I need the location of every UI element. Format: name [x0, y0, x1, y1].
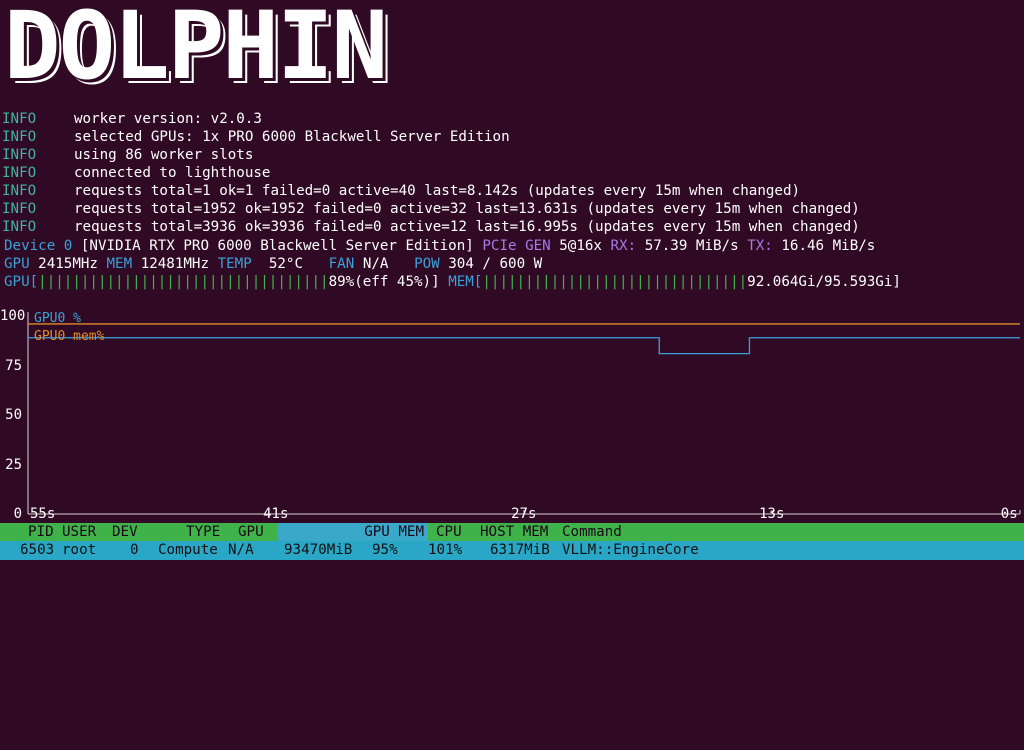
log-message: connected to lighthouse	[74, 165, 271, 181]
tx-value: 16.46 MiB/s	[781, 238, 876, 254]
mem-usage-text: 92.064Gi/95.593Gi	[747, 274, 893, 290]
tx-label: TX:	[747, 238, 773, 254]
col-gpu[interactable]: GPU	[238, 523, 264, 541]
log-level: INFO	[2, 111, 37, 127]
device-label: Device 0	[4, 238, 73, 254]
log-line: INFO selected GPUs: 1x PRO 6000 Blackwell…	[2, 128, 510, 146]
gpu-clock-value: 2415MHz	[38, 256, 98, 272]
col-type[interactable]: TYPE	[186, 523, 220, 541]
y-tick-label: 75	[5, 357, 22, 374]
log-level: INFO	[2, 147, 37, 163]
series-gpu-percent	[28, 337, 1020, 355]
mem-usage-bar: |||||||||||||||||||||||||||||||	[482, 274, 748, 290]
pcie-value: 5@16x	[559, 238, 602, 254]
mem-bar-label: MEM[	[448, 274, 483, 290]
fan-label: FAN	[328, 256, 355, 272]
mem-clock-value: 12481MHz	[140, 256, 210, 272]
log-message: requests total=3936 ok=3936 failed=0 act…	[74, 219, 860, 235]
y-tick-label: 0	[13, 506, 22, 522]
proc-dev: 0	[130, 542, 139, 558]
pcie-label: PCIe GEN	[482, 238, 551, 254]
device-name: [NVIDIA RTX PRO 6000 Blackwell Server Ed…	[80, 238, 474, 254]
usage-bars-row: GPU[||||||||||||||||||||||||||||||||||89…	[4, 273, 901, 291]
proc-cpu: 101%	[428, 542, 463, 558]
log-line: INFO requests total=1952 ok=1952 failed=0…	[2, 200, 860, 218]
dolphin-banner: DOLPHIN	[4, 0, 388, 101]
proc-pid: 6503	[20, 542, 55, 558]
col-command[interactable]: Command	[562, 523, 622, 541]
col-gpu-mem[interactable]: GPU MEM	[278, 523, 428, 541]
log-line: INFO using 86 worker slots	[2, 146, 253, 164]
temp-value: 52°C	[268, 256, 304, 272]
gpu-clock-label: GPU	[4, 256, 30, 272]
proc-user: root	[62, 542, 97, 558]
table-row[interactable]: 6503 root 0 Compute N/A 93470MiB 95% 101…	[0, 541, 1024, 560]
mem-bar-close: ]	[892, 274, 901, 290]
y-tick-label: 25	[5, 456, 22, 473]
proc-command: VLLM::EngineCore	[562, 542, 699, 558]
log-level: INFO	[2, 201, 37, 217]
col-cpu[interactable]: CPU	[436, 523, 462, 541]
col-host-mem[interactable]: HOST MEM	[480, 523, 548, 541]
proc-gpu-mem: 93470MiB	[284, 542, 353, 558]
log-message: requests total=1 ok=1 failed=0 active=40…	[74, 183, 801, 199]
proc-gpu-mem-pct: 95%	[372, 542, 398, 558]
log-level: INFO	[2, 129, 37, 145]
legend-gpu-percent: GPU0 %	[34, 311, 81, 326]
gpu-bar-label: GPU[	[4, 274, 39, 290]
mem-clock-label: MEM	[106, 256, 133, 272]
x-tick-label: 27s	[511, 506, 537, 522]
col-user[interactable]: USER	[62, 523, 96, 541]
col-dev[interactable]: DEV	[112, 523, 138, 541]
temp-label: TEMP	[217, 256, 252, 272]
legend-gpu-mem-percent: GPU0 mem%	[34, 329, 105, 344]
log-level: INFO	[2, 165, 37, 181]
log-level: INFO	[2, 183, 37, 199]
gpu-usage-bar: ||||||||||||||||||||||||||||||||||	[38, 274, 329, 290]
log-line: INFO requests total=1 ok=1 failed=0 activ…	[2, 182, 800, 200]
log-level: INFO	[2, 219, 37, 235]
x-tick-label: 13s	[759, 506, 785, 522]
log-line: INFO connected to lighthouse	[2, 164, 270, 182]
rx-label: RX:	[610, 238, 637, 254]
gpu-usage-chart: GPU0 % GPU0 mem%	[27, 311, 1021, 515]
log-message: using 86 worker slots	[74, 147, 254, 163]
proc-gpu: N/A	[228, 542, 254, 558]
col-pid[interactable]: PID	[28, 523, 54, 541]
x-tick-label: 55s	[30, 506, 56, 522]
log-message: selected GPUs: 1x PRO 6000 Blackwell Ser…	[74, 129, 510, 145]
proc-host-mem: 6317MiB	[490, 542, 550, 558]
gpu-usage-text: 89%(eff 45%)	[328, 274, 432, 290]
log-line: INFO requests total=3936 ok=3936 failed=0…	[2, 218, 860, 236]
x-tick-label: 41s	[263, 506, 289, 522]
device-info-row: Device 0 [NVIDIA RTX PRO 6000 Blackwell …	[4, 237, 875, 255]
log-message: requests total=1952 ok=1952 failed=0 act…	[74, 201, 860, 217]
log-message: worker version: v2.0.3	[74, 111, 262, 127]
x-tick-label: 0s	[1000, 506, 1018, 522]
process-table-header: PID USER DEV TYPE GPU GPU MEM CPU HOST M…	[0, 523, 1024, 541]
device-stats-row: GPU 2415MHz MEM 12481MHz TEMP 52°C FAN N…	[4, 255, 542, 273]
log-line: INFO worker version: v2.0.3	[2, 110, 262, 128]
rx-value: 57.39 MiB/s	[644, 238, 739, 254]
pow-value: 304 / 600 W	[448, 256, 543, 272]
gpu-bar-close: ]	[431, 274, 440, 290]
proc-type: Compute	[158, 542, 218, 558]
y-tick-label: 50	[5, 407, 22, 423]
pow-label: POW	[414, 256, 440, 272]
fan-value: N/A	[362, 256, 389, 272]
y-tick-label: 100	[0, 308, 26, 324]
